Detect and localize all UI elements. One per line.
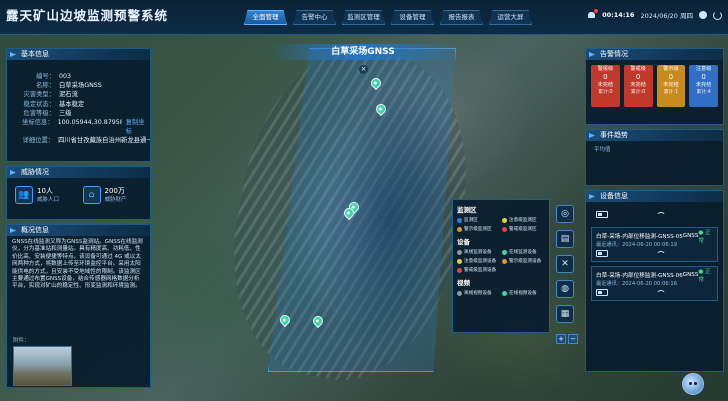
zoom-controls: + − <box>556 334 578 344</box>
signal-icon <box>655 211 666 218</box>
legend-item: 注意级监测区 <box>502 217 545 223</box>
alarm-card-alert[interactable]: 警报级 0 未完结 累计:0 <box>591 65 620 107</box>
trend-panel: 事件趋势 平均值 <box>585 129 724 186</box>
nav-alarm-center[interactable]: 告警中心 <box>293 10 336 25</box>
target-icon[interactable]: ◎ <box>556 205 574 223</box>
device-panel: 设备信息 白草-采场-内部位移监测-GNSS-05 GNSS ● 正常 最近通讯：2… <box>585 190 724 372</box>
alarm-title: 告警情况 <box>586 49 723 60</box>
header-status: 00:14:16 2024/06/20 周四 <box>587 8 722 20</box>
trend-avg-label: 平均值 <box>594 147 611 153</box>
device-title: 设备信息 <box>586 191 723 202</box>
alarm-panel: 告警情况 警报级 0 未完结 累计:0 警戒级 0 未完结 累计:0 警示级 0 未完结 累计:1… <box>585 48 724 125</box>
legend-device-head: 设备 <box>457 238 470 246</box>
threat-title: 威胁情况 <box>7 167 150 178</box>
app-title: 露天矿山边坡监测预警系统 <box>6 8 169 23</box>
threat-property: ⌂ 200万 威胁财产 <box>82 186 143 204</box>
legend-item: 警戒级监测区 <box>502 226 545 232</box>
battery-icon <box>596 250 608 257</box>
trend-title: 事件趋势 <box>586 130 723 141</box>
overview-panel: 概况信息 GNSS在线监测又称为GNSS监测站。GNSS在线监测仪，分为基准站和… <box>6 224 151 388</box>
info-row: 坐标信息： 100.05944,30.87958 复制坐标 <box>7 118 150 136</box>
alarm-card-warning[interactable]: 警戒级 0 未完结 累计:0 <box>623 65 653 107</box>
legend-video-head: 视频 <box>457 279 470 287</box>
legend-item: 警示级监测设备 <box>502 258 545 264</box>
threat-population: 👥 10人 威胁人口 <box>15 186 75 204</box>
nav-device-management[interactable]: 设备管理 <box>391 10 434 25</box>
legend-item: 离线监测设备 <box>457 249 500 255</box>
zone-title: 白草采场GNSS <box>268 44 458 60</box>
alarm-card-notice[interactable]: 注意级 0 未完结 累计:4 <box>689 65 718 107</box>
legend-item: 警戒级监测设备 <box>457 267 500 273</box>
info-row: 稳定状态： 基本稳定 <box>23 100 85 108</box>
alarm-card-caution[interactable]: 警示级 0 未完结 累计:1 <box>656 65 686 107</box>
basic-info-panel: 基本信息 编号： 003 名称： 白草采场GNSS 灾害类型： 泥石流 稳定状态： 基本… <box>6 48 151 162</box>
zone-close-button[interactable]: × <box>359 65 368 74</box>
nav-overview[interactable]: 全面管理 <box>244 10 287 25</box>
people-icon: 👥 <box>15 186 33 204</box>
bell-icon[interactable] <box>587 8 599 20</box>
attachment-label: 附件： <box>13 338 30 344</box>
nav-dashboard[interactable]: 运营大屏 <box>489 10 532 25</box>
top-nav: 全面管理 告警中心 监测区管理 设备管理 报告报表 运营大屏 <box>244 10 532 25</box>
house-icon: ⌂ <box>82 186 101 204</box>
user-icon[interactable] <box>699 11 707 19</box>
device-card[interactable]: 白草-采场-内部位移监测-GNSS-06 GNSS ● 正常 最近通讯：2024-0… <box>591 266 718 301</box>
signal-icon <box>655 250 666 257</box>
threat-panel: 威胁情况 👥 10人 威胁人口 ⌂ 200万 威胁财产 <box>6 166 151 220</box>
map-legend: 监测区 监测区 注意级监测区 警示级监测区 警戒级监测区 设备 离线监测设备 在… <box>452 199 550 333</box>
device-card[interactable] <box>591 206 718 223</box>
overview-title: 概况信息 <box>7 225 150 236</box>
info-row: 名称： 白草采场GNSS <box>36 82 102 90</box>
info-row: 灾害类型： 泥石流 <box>23 91 78 99</box>
copy-coords-button[interactable]: 复制坐标 <box>126 118 150 136</box>
attachment-photo[interactable] <box>13 346 72 386</box>
info-row: 详细位置： 四川省甘孜藏族自治州新龙县通一... <box>22 137 150 145</box>
overview-text: GNSS在线监测又称为GNSS监测站。GNSS在线监测仪，分为基准站和测量站。具… <box>12 239 143 290</box>
legend-item: 监测区 <box>457 217 500 223</box>
signal-icon <box>655 289 666 296</box>
legend-item: 注意级监测设备 <box>457 258 500 264</box>
zoom-in-button[interactable]: + <box>556 334 566 344</box>
legend-item: 离线视频设备 <box>457 290 500 296</box>
clock-date: 2024/06/20 周四 <box>640 12 693 20</box>
app-header: 露天矿山边坡监测预警系统 全面管理 告警中心 监测区管理 设备管理 报告报表 运… <box>0 0 728 35</box>
assistant-robot-icon[interactable] <box>682 373 704 395</box>
battery-icon <box>596 289 608 296</box>
legend-item: 在线监测设备 <box>502 249 545 255</box>
legend-item: 警示级监测区 <box>457 226 500 232</box>
legend-item: 在线视频设备 <box>502 290 545 296</box>
info-row: 编号： 003 <box>36 73 72 80</box>
zoom-out-button[interactable]: − <box>568 334 578 344</box>
device-card[interactable]: 白草-采场-内部位移监测-GNSS-05 GNSS ● 正常 最近通讯：2024-0… <box>591 227 718 262</box>
clock-time: 00:14:16 <box>602 11 635 19</box>
power-icon[interactable] <box>713 10 722 20</box>
map-tools: ◎ ▤ ✕ ◍ ▦ <box>556 205 574 323</box>
info-row: 危害等级： 三级 <box>23 109 72 117</box>
layers-icon[interactable]: ▦ <box>556 305 574 323</box>
nav-reports[interactable]: 报告报表 <box>440 10 483 25</box>
legend-zone-head: 监测区 <box>457 206 477 214</box>
battery-icon <box>596 211 608 218</box>
nav-zone-management[interactable]: 监测区管理 <box>342 10 385 25</box>
satellite-icon[interactable]: ✕ <box>556 255 574 273</box>
basic-info-title: 基本信息 <box>7 49 150 60</box>
globe-icon[interactable]: ◍ <box>556 280 574 298</box>
map-icon[interactable]: ▤ <box>556 230 574 248</box>
